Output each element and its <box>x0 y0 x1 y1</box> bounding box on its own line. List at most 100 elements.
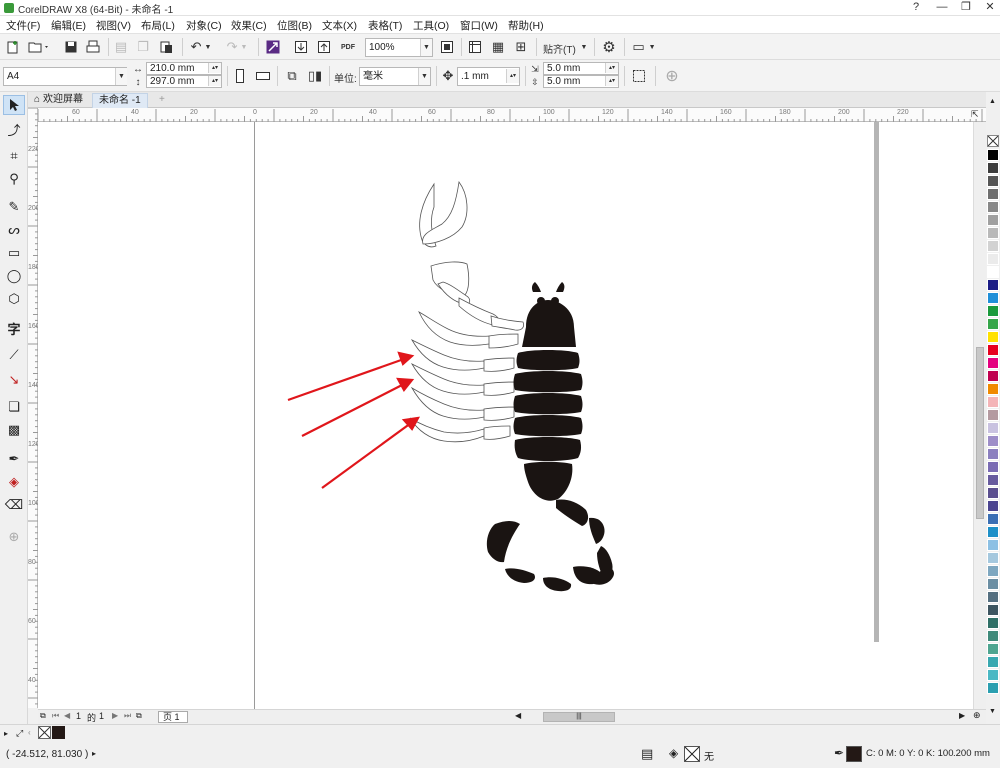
all-pages-icon[interactable]: ⧉ <box>282 66 302 86</box>
ellipse-tool-icon[interactable]: ◯ <box>3 266 25 286</box>
page-1-tab[interactable]: 页 1 <box>158 711 188 723</box>
page-last-icon[interactable]: ⏭ <box>124 711 131 721</box>
page-frame-icon[interactable] <box>629 66 649 86</box>
smart-fill-icon[interactable]: ⌫ <box>3 495 25 515</box>
no-color-swatch[interactable] <box>987 135 999 147</box>
color-swatch[interactable] <box>987 682 999 694</box>
duplicate-x-spinner[interactable]: ▴▾ <box>605 63 618 73</box>
color-swatch[interactable] <box>987 552 999 564</box>
snap-to-label[interactable]: 贴齐(T) <box>543 41 576 56</box>
color-swatch[interactable] <box>987 409 999 421</box>
interactive-fill-icon[interactable]: ◈ <box>3 472 25 492</box>
color-swatch[interactable] <box>987 656 999 668</box>
page-prev-start-icon[interactable]: ⏮ <box>52 711 59 721</box>
color-swatch[interactable] <box>987 669 999 681</box>
restore-button[interactable]: ❐ <box>953 0 979 16</box>
color-swatch[interactable] <box>987 188 999 200</box>
page-next-icon[interactable]: ▶ <box>112 711 118 720</box>
save-icon[interactable] <box>62 37 80 57</box>
color-swatch[interactable] <box>987 539 999 551</box>
menu-tools[interactable]: 工具(O) <box>413 18 449 33</box>
color-swatch[interactable] <box>987 175 999 187</box>
show-rulers-icon[interactable] <box>466 37 484 57</box>
color-swatch[interactable] <box>987 253 999 265</box>
drawing-canvas[interactable] <box>38 122 973 709</box>
color-swatch[interactable] <box>987 266 999 278</box>
import-icon[interactable] <box>292 37 310 57</box>
new-document-icon[interactable] <box>4 37 22 57</box>
show-grid-icon[interactable]: ▦ <box>489 37 507 57</box>
menu-file[interactable]: 文件(F) <box>6 18 40 33</box>
tab-welcome[interactable]: ⌂ 欢迎屏幕 <box>28 93 89 108</box>
color-swatch[interactable] <box>987 617 999 629</box>
add-icon[interactable]: ⊕ <box>662 66 682 86</box>
current-page-icon[interactable]: ▯▮ <box>305 66 325 86</box>
color-swatch[interactable] <box>987 565 999 577</box>
color-swatch[interactable] <box>987 279 999 291</box>
menu-layout[interactable]: 布局(L) <box>141 18 175 33</box>
color-swatch[interactable] <box>987 461 999 473</box>
minimize-button[interactable]: — <box>929 0 955 16</box>
color-proof-icon[interactable]: ▤ <box>641 746 653 762</box>
color-swatch[interactable] <box>987 591 999 603</box>
horizontal-ruler[interactable]: 60 40 20 0 20 40 60 80 100 120 140 160 1… <box>38 108 986 122</box>
color-swatch[interactable] <box>987 344 999 356</box>
page-prev-icon[interactable]: ◀ <box>64 711 70 720</box>
menu-effects[interactable]: 效果(C) <box>231 18 267 33</box>
document-palette-arrow-icon[interactable]: ▸ <box>4 729 16 738</box>
copy-icon[interactable]: ❐ <box>134 37 152 57</box>
open-icon[interactable] <box>26 37 52 57</box>
page-size-select[interactable]: A4 <box>3 67 127 86</box>
color-swatch[interactable] <box>987 513 999 525</box>
transparency-icon[interactable]: ▩ <box>3 420 25 440</box>
outline-color-swatch[interactable] <box>846 746 862 762</box>
scroll-right-icon[interactable]: ▶ <box>959 711 965 720</box>
color-eyedropper-icon[interactable]: ✒ <box>3 449 25 469</box>
color-swatch[interactable] <box>987 357 999 369</box>
tab-document[interactable]: 未命名 -1 <box>92 93 148 108</box>
portrait-icon[interactable] <box>231 66 249 86</box>
vertical-scrollbar[interactable] <box>973 122 986 709</box>
color-swatch[interactable] <box>987 149 999 161</box>
redo-icon[interactable]: ↷ ▼ <box>222 37 252 57</box>
artistic-media-icon[interactable]: ᔕ <box>3 220 25 240</box>
palette-scroll-down-icon[interactable]: ▼ <box>989 708 996 715</box>
color-swatch[interactable] <box>987 331 999 343</box>
menu-text[interactable]: 文本(X) <box>322 18 357 33</box>
page-height-spinner[interactable]: ▴▾ <box>208 76 221 86</box>
color-swatch[interactable] <box>987 487 999 499</box>
undo-icon[interactable]: ↶ ▼ <box>186 37 216 57</box>
menu-table[interactable]: 表格(T) <box>368 18 402 33</box>
color-swatch[interactable] <box>987 435 999 447</box>
show-guidelines-icon[interactable]: ⊞ <box>512 37 530 57</box>
pick-tool-icon[interactable] <box>3 95 25 115</box>
scroll-left-icon[interactable]: ◀ <box>515 711 521 720</box>
cut-icon[interactable]: ▤ <box>112 37 130 57</box>
color-swatch[interactable] <box>987 643 999 655</box>
no-fill-swatch[interactable] <box>38 726 51 739</box>
zoom-dropdown-icon[interactable]: ▼ <box>420 39 432 56</box>
color-swatch[interactable] <box>987 578 999 590</box>
parallel-dimension-icon[interactable]: ⟋ <box>3 345 25 365</box>
color-swatch[interactable] <box>987 630 999 642</box>
connector-tool-icon[interactable]: ↘ <box>3 370 25 390</box>
color-swatch[interactable] <box>987 305 999 317</box>
color-swatch[interactable] <box>987 240 999 252</box>
polygon-tool-icon[interactable]: ⬡ <box>3 289 25 309</box>
menu-view[interactable]: 视图(V) <box>96 18 131 33</box>
color-swatch[interactable] <box>987 500 999 512</box>
page-add-icon[interactable]: ⧉ <box>136 711 142 721</box>
menu-window[interactable]: 窗口(W) <box>460 18 498 33</box>
palette-scroll-up-icon[interactable]: ▲ <box>989 98 996 105</box>
eyedropper-icon[interactable]: ⤢ <box>16 728 23 739</box>
color-swatch[interactable] <box>987 604 999 616</box>
fill-none-swatch[interactable] <box>684 746 700 762</box>
color-swatch[interactable] <box>987 448 999 460</box>
shape-tool-icon[interactable]: ⤴ <box>3 119 25 139</box>
menu-help[interactable]: 帮助(H) <box>508 18 544 33</box>
color-swatch[interactable] <box>987 422 999 434</box>
ruler-settings-icon[interactable]: ⇱ <box>971 109 979 120</box>
navigator-icon[interactable]: ⊕ <box>973 710 981 721</box>
zoom-tool-icon[interactable]: ⚲ <box>3 169 25 189</box>
page-first-icon[interactable]: ⧉ <box>40 711 46 721</box>
